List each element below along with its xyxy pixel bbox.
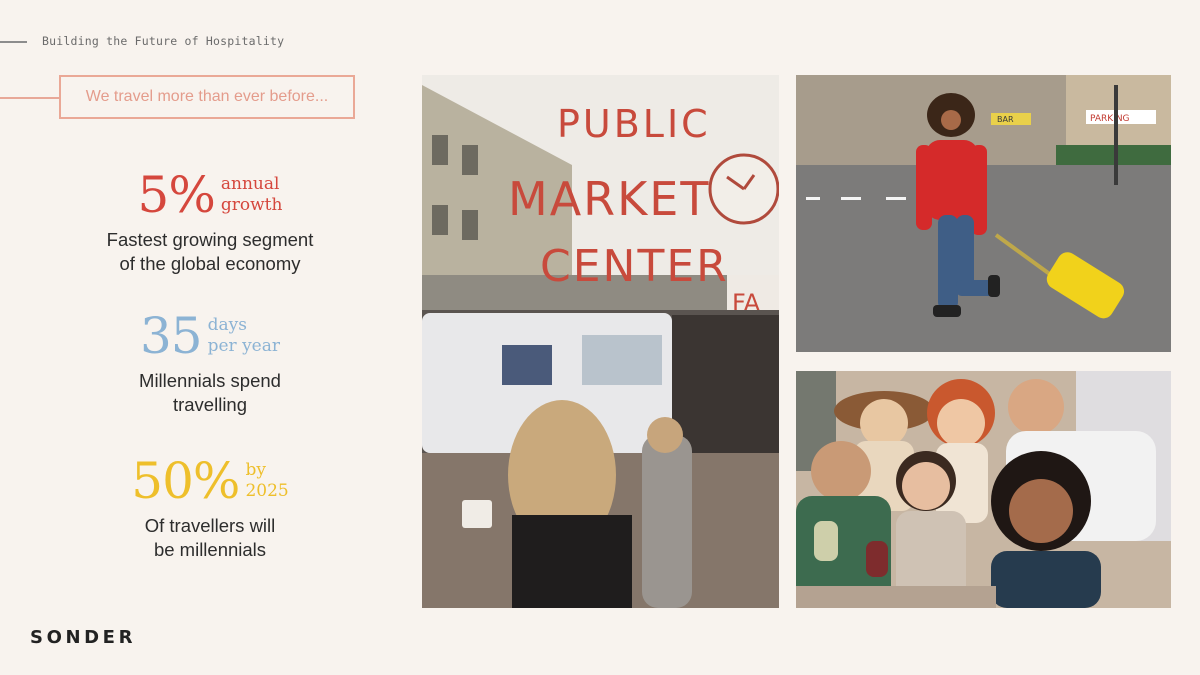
stat-value: 35 — [139, 307, 203, 365]
stat-unit: days per year — [208, 315, 280, 357]
stat-value: 50% — [131, 452, 240, 510]
header-rule — [0, 41, 27, 43]
stat-unit: annual growth — [221, 174, 283, 216]
stat-desc-line1: Millennials spend — [139, 370, 281, 391]
stat-description: Fastest growing segment of the global ec… — [40, 228, 380, 276]
stat-days-per-year: 35 days per year Millennials spend trave… — [40, 311, 380, 417]
stat-description: Of travellers will be millennials — [40, 514, 380, 562]
tagline-rule — [0, 97, 59, 99]
stat-desc-line1: Fastest growing segment — [106, 229, 314, 250]
market-sign-line2: MARKET — [508, 172, 710, 226]
market-sign-line1: PUBLIC — [557, 102, 711, 146]
stat-unit: by 2025 — [245, 460, 288, 502]
tagline-text: We travel more than ever before... — [85, 88, 329, 105]
tagline-box: We travel more than ever before... — [59, 75, 355, 119]
stat-unit-line1: days — [207, 315, 247, 335]
stat-desc-line2: of the global economy — [119, 253, 301, 274]
section-title: Building the Future of Hospitality — [42, 34, 285, 48]
stat-unit-line2: per year — [207, 336, 281, 356]
shop-sign-2: BAR — [997, 115, 1014, 124]
sonder-logo: SONDER — [30, 627, 137, 648]
stat-desc-line2: be millennials — [153, 539, 267, 560]
stat-unit-line1: by — [245, 460, 266, 480]
shop-sign: PARKING — [1090, 114, 1130, 124]
photo-traveller: PARKING BAR — [796, 75, 1171, 352]
stat-unit-line2: 2025 — [245, 481, 289, 501]
stat-by-2025: 50% by 2025 Of travellers will be millen… — [40, 456, 380, 562]
photo-group-selfie — [796, 371, 1171, 608]
stat-desc-line1: Of travellers will — [144, 515, 276, 536]
stat-unit-line2: growth — [220, 195, 283, 215]
stat-description: Millennials spend travelling — [40, 369, 380, 417]
stat-annual-growth: 5% annual growth Fastest growing segment… — [40, 170, 380, 276]
stat-desc-line2: travelling — [172, 394, 248, 415]
market-sign-line3: CENTER — [540, 241, 729, 292]
photo-public-market: PUBLIC MARKET CENTER FA — [422, 75, 779, 608]
stat-value: 5% — [137, 166, 216, 224]
stat-unit-line1: annual — [220, 174, 280, 194]
